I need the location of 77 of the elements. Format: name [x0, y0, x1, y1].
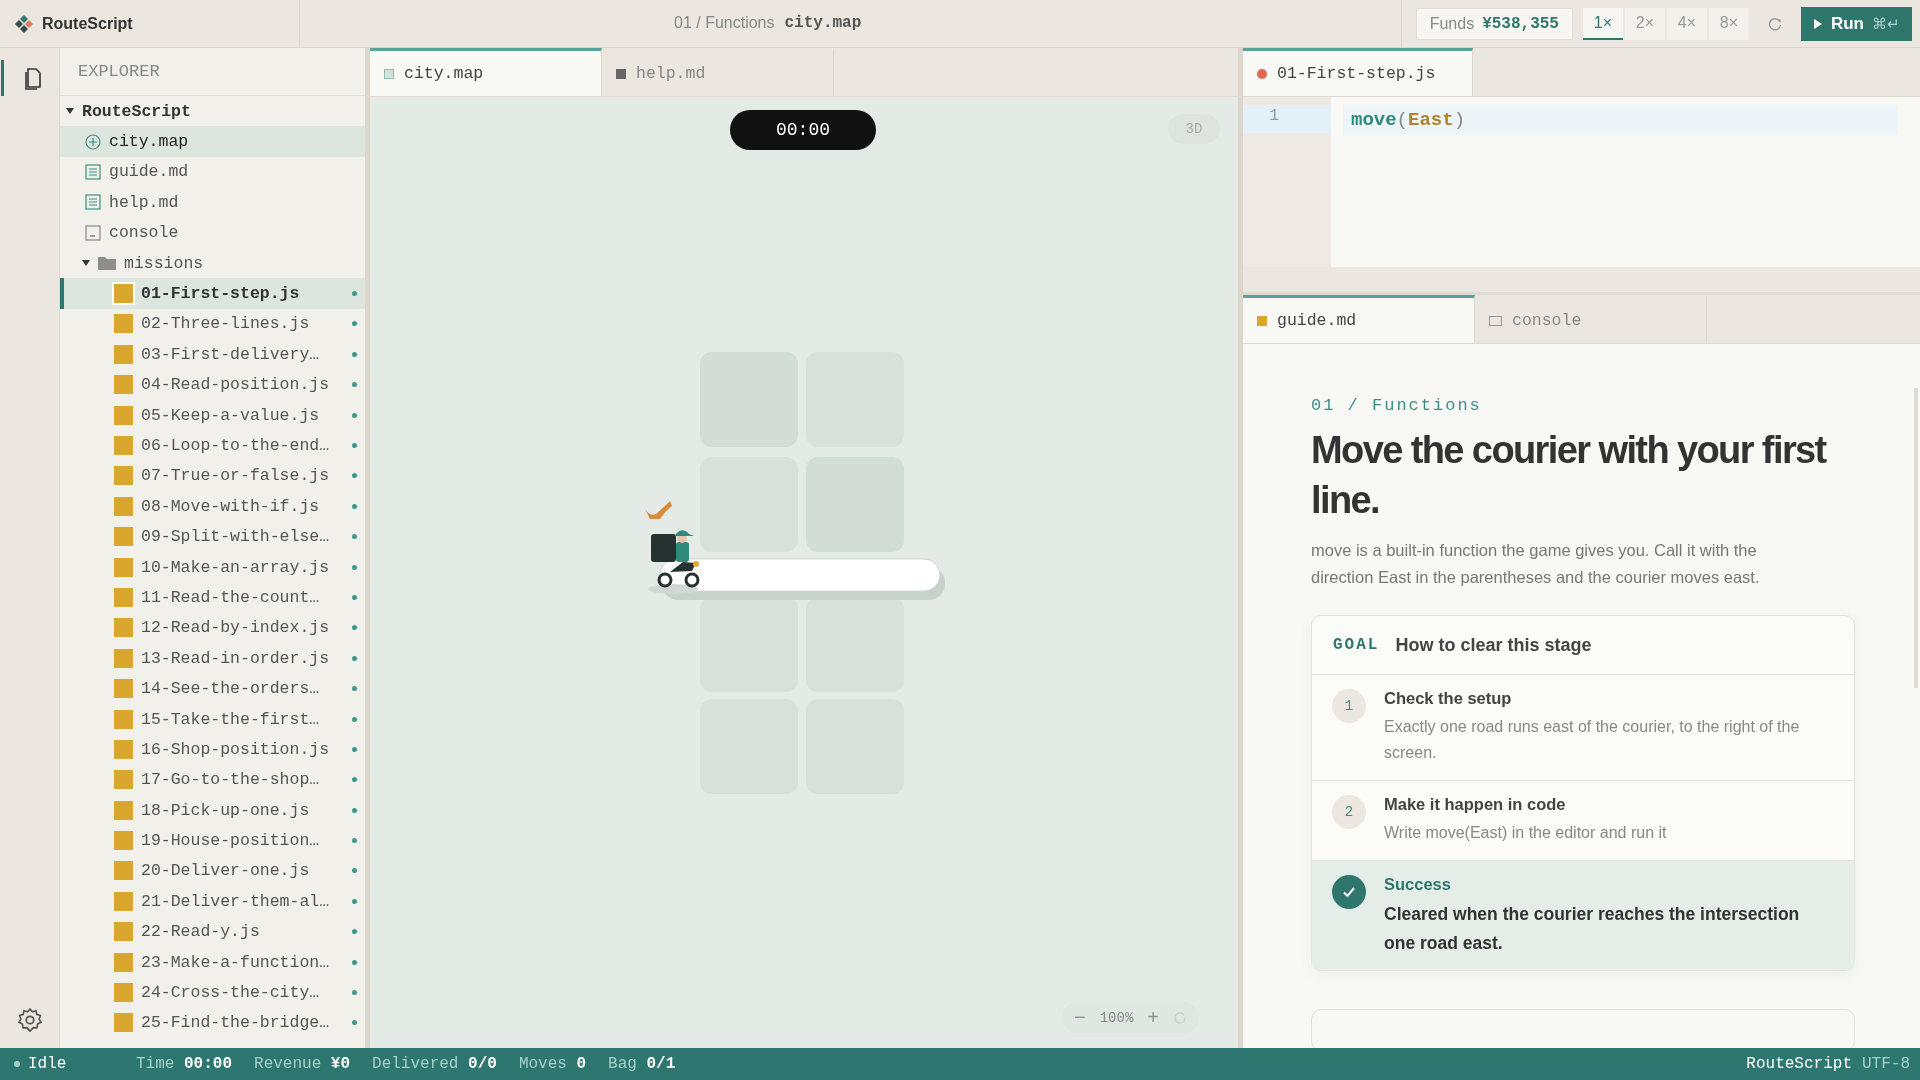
guide-eyebrow: 01 / Functions [1311, 396, 1483, 415]
guide-intro: move is a built-in function the game gives you. Call it with the direction East in the parentheses and the courier moves east. [1311, 540, 1761, 588]
editor-tab[interactable]: city.map [370, 48, 602, 96]
mission-file[interactable]: 13-Read-in-order.js [60, 643, 365, 674]
check-icon [1332, 875, 1366, 909]
step-number: 1 [1332, 689, 1366, 723]
mission-file[interactable]: 21-Deliver-them-al… [60, 886, 365, 917]
mission-file[interactable]: 17-Go-to-the-shop… [60, 764, 365, 795]
mission-file[interactable]: 05-Keep-a-value.js [60, 399, 365, 431]
mission-file[interactable]: 01-First-step.js [60, 278, 365, 309]
step-number: 2 [1332, 795, 1366, 829]
status-stat: Moves 0 [518, 1055, 587, 1073]
terminal-icon [85, 224, 101, 241]
zoom-level: 100% [1099, 1009, 1134, 1026]
plus-circle-icon [85, 133, 101, 150]
tree-folder[interactable]: missions [60, 247, 365, 279]
goal-heading: How to clear this stage [1395, 634, 1592, 656]
status-stat: Delivered 0/0 [372, 1055, 497, 1073]
mission-file[interactable]: 15-Take-the-first… [60, 703, 365, 735]
run-state: Idle [14, 1055, 114, 1073]
status-stat: Time 00:00 [136, 1055, 233, 1073]
status-stat: Revenue ¥0 [254, 1055, 351, 1073]
explorer-title: EXPLORER [78, 62, 160, 81]
files-icon[interactable] [22, 66, 43, 90]
step-text: Cleared when the courier reaches the intersection one road east. [1384, 903, 1801, 955]
mission-file[interactable]: 24-Cross-the-city… [60, 977, 365, 1008]
funds-display: Funds ¥538,355 [1415, 7, 1573, 40]
mission-file[interactable]: 25-Find-the-bridge… [60, 1007, 365, 1039]
file-item[interactable]: console [60, 217, 365, 248]
app-name: RouteScript [42, 14, 133, 33]
mission-file[interactable]: 03-First-delivery… [60, 339, 365, 370]
timer: 00:00 [730, 110, 876, 150]
mission-file[interactable]: 04-Read-position.js [60, 369, 365, 400]
folder-icon [98, 256, 116, 271]
mission-file[interactable]: 18-Pick-up-one.js [60, 795, 365, 826]
mission-file[interactable]: 14-See-the-orders… [60, 673, 365, 704]
goal-tag: GOAL [1333, 636, 1380, 654]
mission-file[interactable]: 07-True-or-false.js [60, 460, 365, 492]
file-item[interactable]: city.map [60, 126, 365, 157]
document-icon [85, 194, 101, 211]
panel-tab[interactable]: guide.md [1243, 295, 1475, 343]
step-title: Check the setup [1384, 689, 1513, 708]
guide-title: Move the courier with your first line. [1311, 428, 1828, 523]
document-icon [85, 163, 101, 180]
file-item[interactable]: guide.md [60, 156, 365, 188]
editor-tab[interactable]: 01-First-step.js [1243, 48, 1473, 96]
step-title: Make it happen in code [1384, 795, 1567, 814]
mission-file[interactable]: 12-Read-by-index.js [60, 612, 365, 644]
mission-file[interactable]: 10-Make-an-array.js [60, 551, 365, 583]
mission-file[interactable]: 19-House-position… [60, 825, 365, 856]
caret-icon [82, 259, 90, 268]
caret-icon [66, 107, 74, 116]
mission-file[interactable]: 09-Split-with-else… [60, 521, 365, 552]
file-item[interactable]: help.md [60, 187, 365, 218]
mission-file[interactable]: 20-Deliver-one.js [60, 855, 365, 887]
tree-folder[interactable]: RouteScript [60, 96, 365, 127]
step-text: Write move(East) in the editor and run it [1384, 823, 1667, 843]
mission-file[interactable]: 02-Three-lines.js [60, 308, 365, 340]
mission-file[interactable]: 22-Read-y.js [60, 916, 365, 947]
step-title: Success [1384, 875, 1452, 894]
mission-file[interactable]: 11-Read-the-count… [60, 582, 365, 613]
logo-icon [14, 13, 34, 34]
status-item: UTF-8 [1862, 1055, 1910, 1073]
mission-file[interactable]: 23-Make-a-function… [60, 946, 365, 978]
mission-file[interactable]: 16-Shop-position.js [60, 734, 365, 765]
mission-file[interactable]: 06-Loop-to-the-end… [60, 430, 365, 461]
mission-file[interactable]: 08-Move-with-if.js [60, 491, 365, 522]
status-stat: Bag 0/1 [608, 1055, 676, 1073]
step-text: Exactly one road runs east of the courier, to the right of the screen. [1384, 717, 1801, 763]
breadcrumb-file: city.map [784, 14, 862, 32]
settings-icon[interactable] [15, 1006, 44, 1034]
run-button[interactable]: Run ⌘↵ [1800, 6, 1912, 41]
breadcrumb-path: 01 / Functions [674, 14, 775, 32]
play-icon [1812, 17, 1823, 30]
line-number: 1 [1243, 105, 1331, 133]
status-item: RouteScript [1746, 1055, 1852, 1073]
speed-button[interactable]: 1× [1582, 7, 1623, 40]
